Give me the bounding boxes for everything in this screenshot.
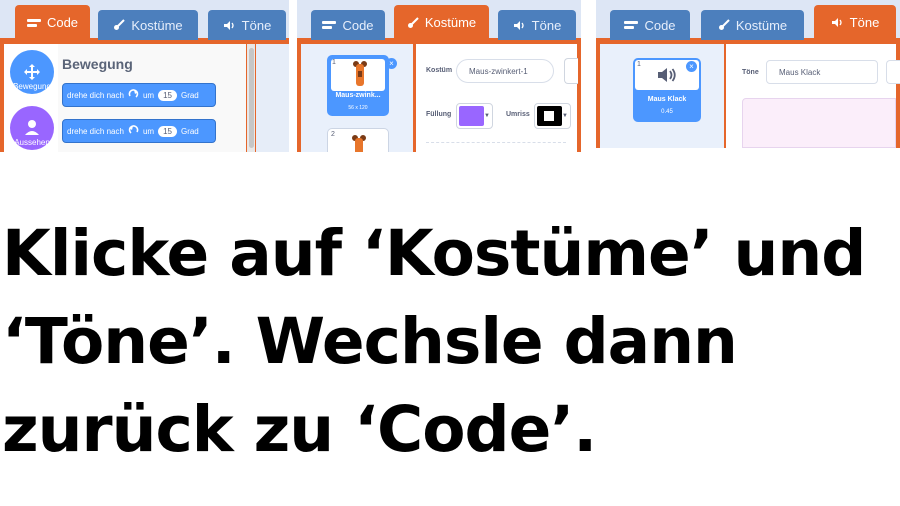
tab-sounds[interactable]: Töne [814,5,896,40]
mouse-sprite-icon [352,135,366,152]
toolbar-edge [564,58,578,84]
tab-code[interactable]: Code [311,10,385,40]
costume-thumbnail[interactable]: 1 Maus-zwink... 56 x 120 [327,55,389,116]
chevron-down-icon: ▼ [562,113,568,119]
speaker-icon [831,17,844,28]
sound-thumbnail[interactable]: 1 × Maus Klack 0.45 [633,58,701,122]
costume-name-input[interactable]: Maus-zwinkert-1 [456,59,554,83]
costume-preview [331,59,385,91]
tab-code-label: Code [342,17,374,33]
tab-costumes-label: Kostüme [131,17,183,33]
toolbar-edge [886,60,900,84]
sound-label: Töne [742,69,759,76]
tab-code-label: Code [644,17,676,33]
tab-costumes-label: Kostüme [735,17,788,33]
costume-thumb-name: Maus-zwink... [335,92,381,99]
tab-sounds-label: Töne [241,17,272,33]
block-mid-text: um [142,90,155,100]
outline-label: Umriss [506,111,530,118]
costume-number: 1 [332,59,336,66]
block-unit: Grad [180,126,199,136]
category-motion[interactable]: Bewegung [9,50,55,103]
code-icon [624,20,639,30]
costume-number: 2 [331,131,335,138]
category-looks-label: Aussehen [14,138,50,147]
fill-swatch [459,106,484,126]
waveform-area [742,98,896,148]
chevron-down-icon: ▼ [484,113,490,119]
rotate-right-icon [128,88,139,102]
section-title: Bewegung [62,56,133,72]
rotate-left-icon [128,124,139,138]
script-area [256,44,289,152]
costume-thumbnail[interactable]: 2 [327,128,389,152]
category-motion-label: Bewegung [13,82,51,91]
tab-sounds[interactable]: Töne [498,10,576,40]
block-unit: Grad [180,90,199,100]
divider [426,142,566,143]
degrees-input[interactable]: 15 [158,89,177,101]
sound-thumb-duration: 0.45 [661,109,673,115]
degrees-input[interactable]: 15 [158,125,177,137]
tab-sounds-label: Töne [531,17,562,33]
outline-color-picker[interactable]: ▼ [534,103,571,129]
tab-code-label: Code [46,15,79,30]
close-icon[interactable]: × [386,58,397,69]
block-mid-text: um [142,126,155,136]
code-icon [322,20,337,30]
tab-costumes-label: Kostüme [424,15,477,30]
code-icon [26,18,41,28]
screenshot-costumes-tab: Code Kostüme Töne 1 Maus-zwink... 56 x 1… [297,0,581,152]
brush-icon [113,19,126,31]
outline-swatch [537,106,562,126]
mouse-sprite-icon [353,61,367,86]
fill-color-picker[interactable]: ▼ [456,103,493,129]
brush-icon [407,16,419,29]
close-icon[interactable]: × [686,61,697,72]
instruction-text: Klicke auf ‘Kostüme’ und ‘Töne’. Wechsle… [2,217,866,466]
turn-right-block[interactable]: drehe dich nach um 15 Grad [62,83,216,107]
block-text: drehe dich nach [67,126,124,136]
speaker-icon [513,20,526,31]
tab-code[interactable]: Code [15,5,90,40]
tab-sounds[interactable]: Töne [208,10,286,40]
tab-code[interactable]: Code [610,10,690,40]
brush-icon [718,19,730,31]
speaker-icon [223,20,236,31]
block-text: drehe dich nach [67,90,124,100]
sound-thumb-name: Maus Klack [647,96,687,103]
tab-costumes[interactable]: Kostüme [98,10,198,40]
paint-editor: Kostüm Maus-zwinkert-1 Füllung ▼ Umriss … [416,44,578,152]
sound-editor: Töne Maus Klack [726,44,900,148]
category-looks[interactable]: Aussehen [9,106,55,152]
tab-sounds-label: Töne [849,15,880,30]
screenshot-code-tab: Code Kostüme Töne Bewegung Aussehen Bewe… [0,0,289,152]
fill-label: Füllung [426,111,452,118]
speaker-icon [658,68,676,82]
turn-left-block[interactable]: drehe dich nach um 15 Grad [62,119,216,143]
sound-name-input[interactable]: Maus Klack [766,60,878,84]
tab-costumes[interactable]: Kostüme [394,5,489,40]
category-column: Bewegung Aussehen [4,44,59,152]
costume-thumb-size: 56 x 120 [348,105,368,111]
tab-costumes[interactable]: Kostüme [701,10,804,40]
screenshot-sounds-tab: Code Kostüme Töne 1 × Maus Klack 0.45 Tö… [596,0,900,148]
palette-scrollbar[interactable] [249,48,254,148]
sound-number: 1 [637,61,641,68]
costume-label: Kostüm [426,67,453,74]
